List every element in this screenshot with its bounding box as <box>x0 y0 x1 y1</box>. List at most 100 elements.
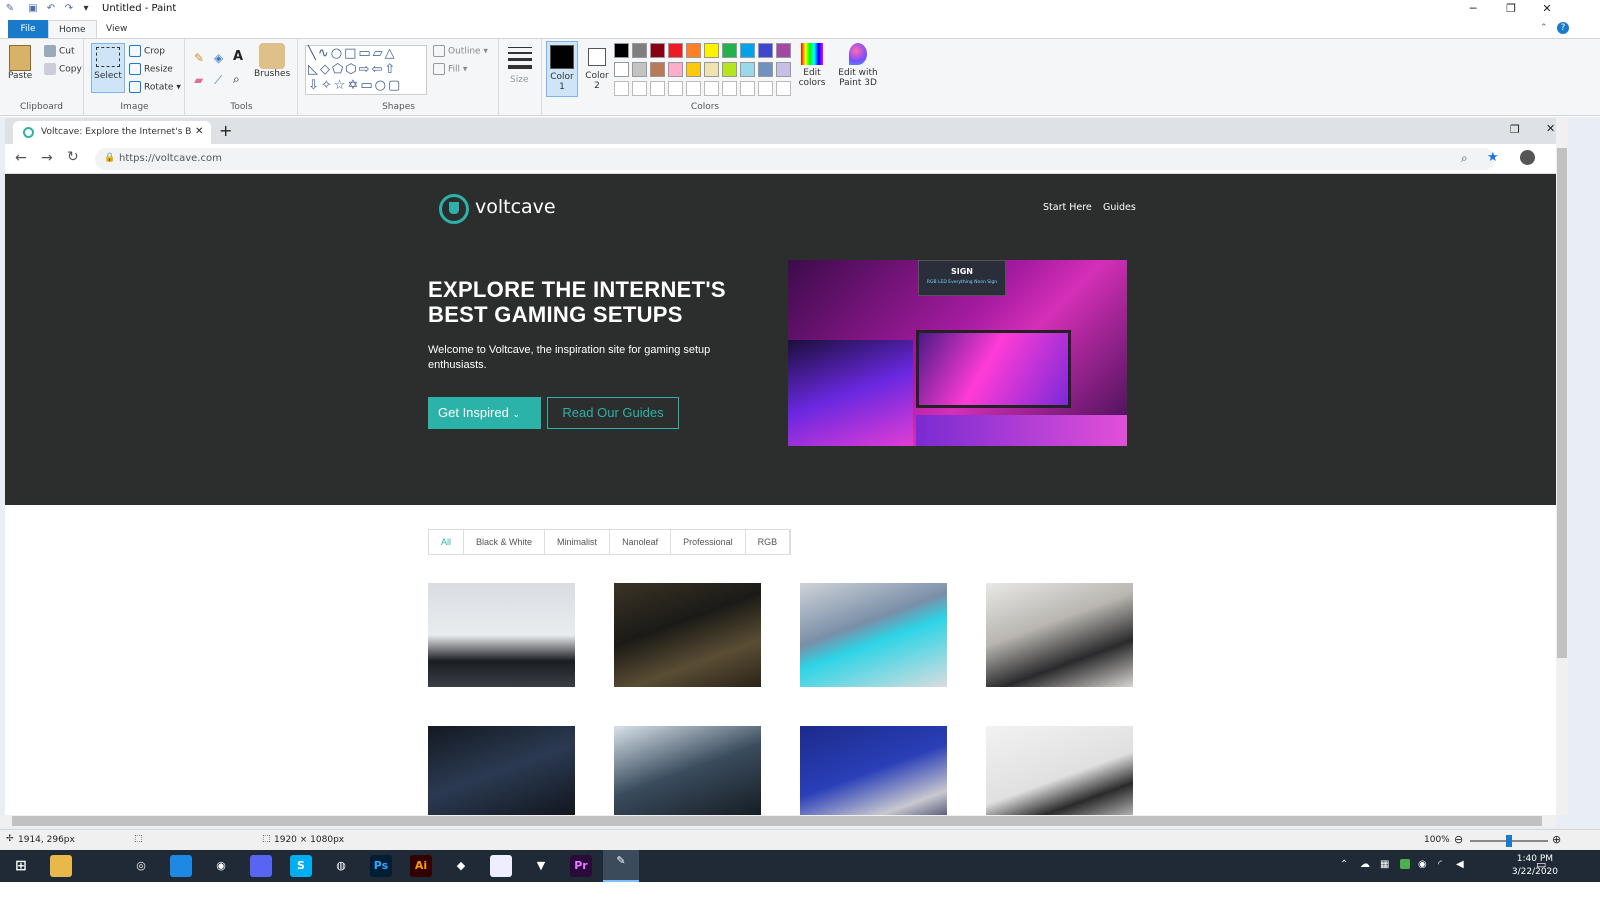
paint-taskbar-icon[interactable]: ✎ <box>603 850 639 882</box>
steam-icon[interactable]: ◉ <box>210 855 232 877</box>
custom-color-slot[interactable] <box>740 81 755 96</box>
setup-thumbnail[interactable] <box>800 583 947 687</box>
edit-colors-button[interactable]: Edit colors <box>797 43 827 88</box>
address-bar[interactable]: 🔒 https://voltcave.com ⌕ ★ <box>95 148 1499 170</box>
document-icon[interactable] <box>490 855 512 877</box>
custom-color-slot[interactable] <box>668 81 683 96</box>
onedrive-icon[interactable]: ☁ <box>1360 859 1370 870</box>
palette-swatch[interactable] <box>668 62 683 77</box>
text-tool-icon[interactable]: A <box>233 49 243 64</box>
select-button[interactable]: Select <box>91 43 125 93</box>
new-tab-icon[interactable]: + <box>219 121 232 140</box>
outline-button[interactable]: Outline ▾ <box>433 45 488 57</box>
setup-thumbnail[interactable] <box>986 583 1133 687</box>
zoom-out-icon[interactable]: ⊖ <box>1454 833 1463 846</box>
size-icon[interactable] <box>508 47 532 69</box>
tab-view[interactable]: View <box>96 20 137 38</box>
palette-swatch[interactable] <box>686 43 701 58</box>
palette-swatch[interactable] <box>722 43 737 58</box>
palette-swatch[interactable] <box>758 43 773 58</box>
palette-swatch[interactable] <box>650 62 665 77</box>
palette-swatch[interactable] <box>650 43 665 58</box>
forward-icon[interactable]: → <box>41 150 53 166</box>
magnifier-icon[interactable]: ⌕ <box>233 72 240 87</box>
security-icon[interactable] <box>1400 859 1410 869</box>
palette-swatch[interactable] <box>740 62 755 77</box>
palette-swatch[interactable] <box>740 43 755 58</box>
palette-swatch[interactable] <box>686 62 701 77</box>
setup-thumbnail[interactable] <box>614 583 761 687</box>
back-icon[interactable]: ← <box>15 150 27 166</box>
restore-button[interactable]: ❐ <box>1496 1 1526 17</box>
palette-swatch[interactable] <box>614 43 629 58</box>
clock[interactable]: 1:40 PM 3/22/2020 <box>1512 853 1558 879</box>
color1-button[interactable]: Color 1 <box>546 41 578 97</box>
photoshop-icon[interactable]: Ps <box>370 855 392 877</box>
fox-app-icon[interactable]: ▼ <box>530 855 552 877</box>
palette-swatch[interactable] <box>668 43 683 58</box>
start-windows-icon[interactable]: ⊞ <box>10 855 32 877</box>
filter-tab[interactable]: Black & White <box>464 530 546 554</box>
help-icon[interactable]: ? <box>1557 22 1569 34</box>
collapse-ribbon-icon[interactable]: ⌃ <box>1540 23 1548 33</box>
fill-button[interactable]: Fill ▾ <box>433 63 467 75</box>
close-button[interactable]: ✕ <box>1532 1 1562 17</box>
browser-tab[interactable]: Voltcave: Explore the Internet's B ✕ <box>13 121 211 144</box>
maps-icon[interactable] <box>170 855 192 877</box>
notification-icon[interactable]: ▭ <box>1536 858 1546 871</box>
network-device-icon[interactable]: ▦ <box>1380 859 1389 870</box>
custom-color-slot[interactable] <box>776 81 791 96</box>
steam-tray-icon[interactable]: ◉ <box>1418 859 1427 870</box>
palette-swatch[interactable] <box>758 62 773 77</box>
game-icon[interactable]: ◆ <box>450 855 472 877</box>
zoom-slider[interactable] <box>1470 835 1548 847</box>
search-icon[interactable]: ⌕ <box>1461 151 1468 166</box>
redo-icon[interactable]: ↷ <box>63 3 75 15</box>
custom-color-slot[interactable] <box>722 81 737 96</box>
premiere-icon[interactable]: Pr <box>570 855 592 877</box>
palette-swatch[interactable] <box>776 43 791 58</box>
file-explorer-icon[interactable] <box>50 855 72 877</box>
rotate-button[interactable]: Rotate ▾ <box>129 81 181 93</box>
setup-thumbnail[interactable] <box>428 726 575 815</box>
filter-tab[interactable]: RGB <box>746 530 791 554</box>
tray-chevron-icon[interactable]: ⌃ <box>1340 859 1348 870</box>
custom-color-slot[interactable] <box>758 81 773 96</box>
resize-button[interactable]: Resize <box>129 63 173 75</box>
palette-swatch[interactable] <box>704 62 719 77</box>
eraser-icon[interactable]: ▰ <box>194 73 203 87</box>
wifi-icon[interactable]: ◜ <box>1438 859 1442 870</box>
browser-restore-icon[interactable]: ❐ <box>1510 123 1520 136</box>
tab-file[interactable]: File <box>8 20 48 38</box>
undo-icon[interactable]: ↶ <box>45 3 57 15</box>
custom-color-slot[interactable] <box>650 81 665 96</box>
palette-swatch[interactable] <box>776 62 791 77</box>
nav-guides[interactable]: Guides <box>1103 202 1136 213</box>
palette-swatch[interactable] <box>614 62 629 77</box>
fill-bucket-icon[interactable]: ◈ <box>214 51 223 65</box>
setup-thumbnail[interactable] <box>986 726 1133 815</box>
skype-icon[interactable]: S <box>290 855 312 877</box>
filter-tab[interactable]: Professional <box>671 530 746 554</box>
setup-thumbnail[interactable] <box>428 583 575 687</box>
horizontal-scrollbar[interactable] <box>0 815 1556 827</box>
custom-color-slot[interactable] <box>614 81 629 96</box>
color-picker-icon[interactable]: ⟋ <box>214 73 222 88</box>
custom-color-slot[interactable] <box>704 81 719 96</box>
bookmark-star-icon[interactable]: ★ <box>1487 150 1499 165</box>
palette-swatch[interactable] <box>632 62 647 77</box>
discord-icon[interactable] <box>250 855 272 877</box>
custom-color-slot[interactable] <box>632 81 647 96</box>
filter-tab[interactable]: Nanoleaf <box>610 530 672 554</box>
setup-thumbnail[interactable] <box>800 726 947 815</box>
read-guides-button[interactable]: Read Our Guides <box>547 397 679 429</box>
browser-close-icon[interactable]: ✕ <box>1546 122 1555 135</box>
save-icon[interactable]: ▣ <box>27 3 39 15</box>
cut-button[interactable]: Cut <box>44 45 75 57</box>
palette-swatch[interactable] <box>722 62 737 77</box>
tab-close-icon[interactable]: ✕ <box>195 126 203 137</box>
zoom-in-icon[interactable]: ⊕ <box>1552 833 1561 846</box>
copy-button[interactable]: Copy <box>44 63 82 75</box>
chrome-icon[interactable]: ◍ <box>330 855 352 877</box>
custom-color-slot[interactable] <box>686 81 701 96</box>
